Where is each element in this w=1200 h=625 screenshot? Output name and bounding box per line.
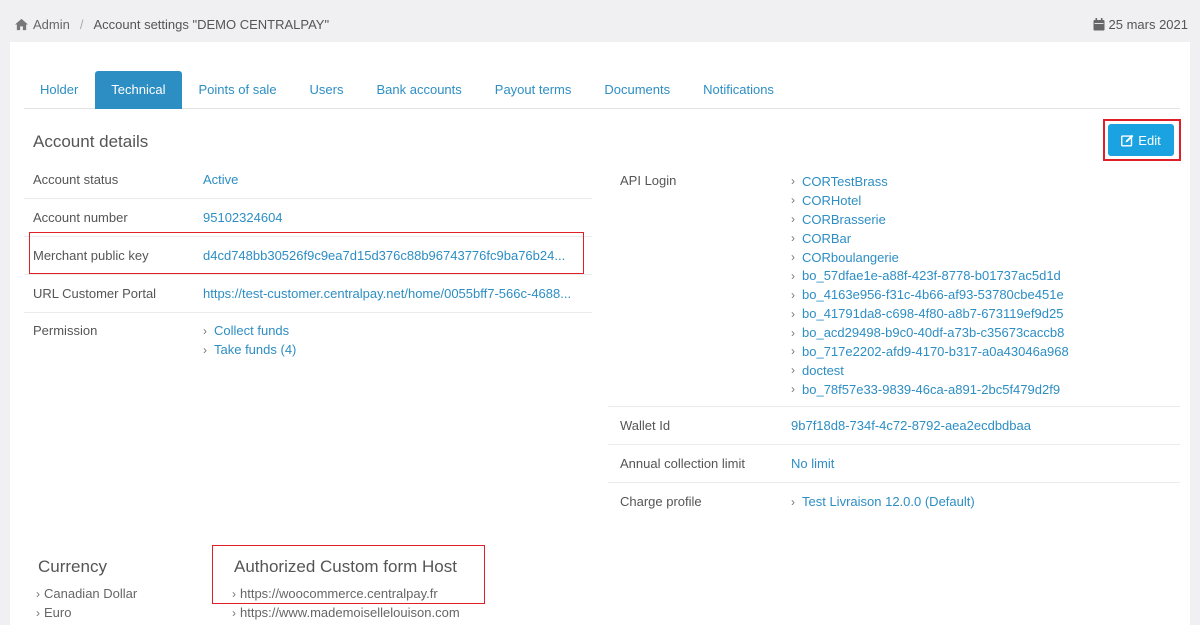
wallet-id-row: Wallet Id 9b7f18d8-734f-4c72-8792-aea2ec… [608,407,1180,445]
chevron-right-icon: › [791,268,795,283]
account-settings-card: Holder Technical Points of sale Users Ba… [10,42,1190,625]
permission-label: Permission [33,323,98,338]
list-item[interactable]: › bo_4163e956-f31c-4b66-af93-53780cbe451e [791,285,1069,304]
date-text: 25 mars 2021 [1108,17,1189,32]
tab-holder[interactable]: Holder [24,71,94,109]
list-item: › https://www.mademoisellelouison.com [232,605,460,620]
chevron-right-icon: › [791,287,795,302]
chevron-right-icon: › [791,495,795,509]
home-icon [15,18,28,31]
chevron-right-icon: › [791,382,795,397]
date-display: 25 mars 2021 [1093,17,1189,32]
chevron-right-icon: › [203,323,207,338]
tab-documents[interactable]: Documents [588,71,686,109]
section-title: Account details [33,132,149,151]
url-customer-portal-value[interactable]: https://test-customer.centralpay.net/hom… [203,286,588,301]
chevron-right-icon: › [36,586,40,601]
api-login-row: API Login › CORTestBrass › CORHotel › CORBr… [608,162,1180,407]
tab-bar: Holder Technical Points of sale Users Ba… [24,71,1180,109]
list-item[interactable]: › CORboulangerie [791,248,1069,267]
tab-points-of-sale[interactable]: Points of sale [183,71,293,109]
api-login-list: › CORTestBrass › CORHotel › CORBrasserie › C… [791,172,1069,399]
permission-row: Permission [24,313,592,371]
chevron-right-icon: › [232,605,236,620]
chevron-right-icon: › [791,174,795,189]
account-status-value[interactable]: Active [203,172,588,187]
authorized-host-highlight-box [212,545,485,604]
list-item[interactable]: › bo_acd29498-b9c0-40df-a73b-c35673caccb8 [791,323,1069,342]
tab-bank-accounts[interactable]: Bank accounts [361,71,478,109]
permission-list: › Collect funds › Take funds (4) [203,321,296,359]
chevron-right-icon: › [791,212,795,227]
calendar-icon [1093,18,1104,31]
account-status-row: Account status Active [24,161,592,199]
list-item[interactable]: › bo_57dfae1e-a88f-423f-8778-b01737ac5d1d [791,266,1069,285]
api-login-label: API Login [620,173,677,188]
breadcrumb-admin-link[interactable]: Admin [33,17,70,32]
url-customer-portal-label: URL Customer Portal [33,286,157,301]
list-item[interactable]: › bo_78f57e33-9839-46ca-a891-2bc5f479d2f9 [791,380,1069,399]
list-item: › Euro [36,605,72,620]
breadcrumb: Admin / Account settings "DEMO CENTRALPA… [14,17,329,32]
list-item: › Canadian Dollar [36,586,138,601]
annual-collection-limit-label: Annual collection limit [620,456,746,471]
list-item[interactable]: › CORBar [791,229,1069,248]
account-number-value[interactable]: 95102324604 [203,210,588,225]
chevron-right-icon: › [791,193,795,208]
tab-notifications[interactable]: Notifications [687,71,790,109]
charge-profile-row: Charge profile › Test Livraison 12.0.0 (D… [608,483,1180,521]
breadcrumb-current: Account settings "DEMO CENTRALPAY" [93,17,330,32]
edit-highlight-box [1103,119,1181,161]
merchant-key-highlight-box [29,232,584,274]
annual-collection-limit-row: Annual collection limit No limit [608,445,1180,483]
list-item[interactable]: › CORBrasserie [791,210,1069,229]
list-item[interactable]: › doctest [791,361,1069,380]
url-customer-portal-row: URL Customer Portal https://test-custome… [24,275,592,313]
charge-profile-label: Charge profile [620,494,702,509]
annual-collection-limit-value[interactable]: No limit [791,456,834,471]
account-status-label: Account status [33,172,119,187]
currency-title: Currency [38,557,107,576]
top-bar: Admin / Account settings "DEMO CENTRALPA… [0,0,1200,42]
account-number-label: Account number [33,210,128,225]
tab-payout-terms[interactable]: Payout terms [479,71,588,109]
chevron-right-icon: › [36,605,40,620]
list-item[interactable]: › Take funds (4) [203,340,296,359]
breadcrumb-separator: / [79,17,84,32]
list-item[interactable]: › CORHotel [791,191,1069,210]
chevron-right-icon: › [791,344,795,359]
list-item[interactable]: › Collect funds [203,321,296,340]
chevron-right-icon: › [203,342,207,357]
chevron-right-icon: › [791,250,795,264]
chevron-right-icon: › [791,363,795,378]
chevron-right-icon: › [791,325,795,340]
tab-technical[interactable]: Technical [95,71,182,109]
wallet-id-label: Wallet Id [620,418,671,433]
currency-list: › Canadian Dollar › Euro [36,584,137,622]
tab-users[interactable]: Users [294,71,360,109]
list-item[interactable]: › bo_41791da8-c698-4f80-a8b7-673119ef9d25 [791,304,1069,323]
list-item[interactable]: › CORTestBrass [791,172,1069,191]
list-item[interactable]: › bo_717e2202-afd9-4170-b317-a0a43046a968 [791,342,1069,361]
charge-profile-value[interactable]: › Test Livraison 12.0.0 (Default) [791,494,975,509]
wallet-id-value[interactable]: 9b7f18d8-734f-4c72-8792-aea2ecdbdbaa [791,418,1031,433]
chevron-right-icon: › [791,231,795,246]
chevron-right-icon: › [791,306,795,321]
